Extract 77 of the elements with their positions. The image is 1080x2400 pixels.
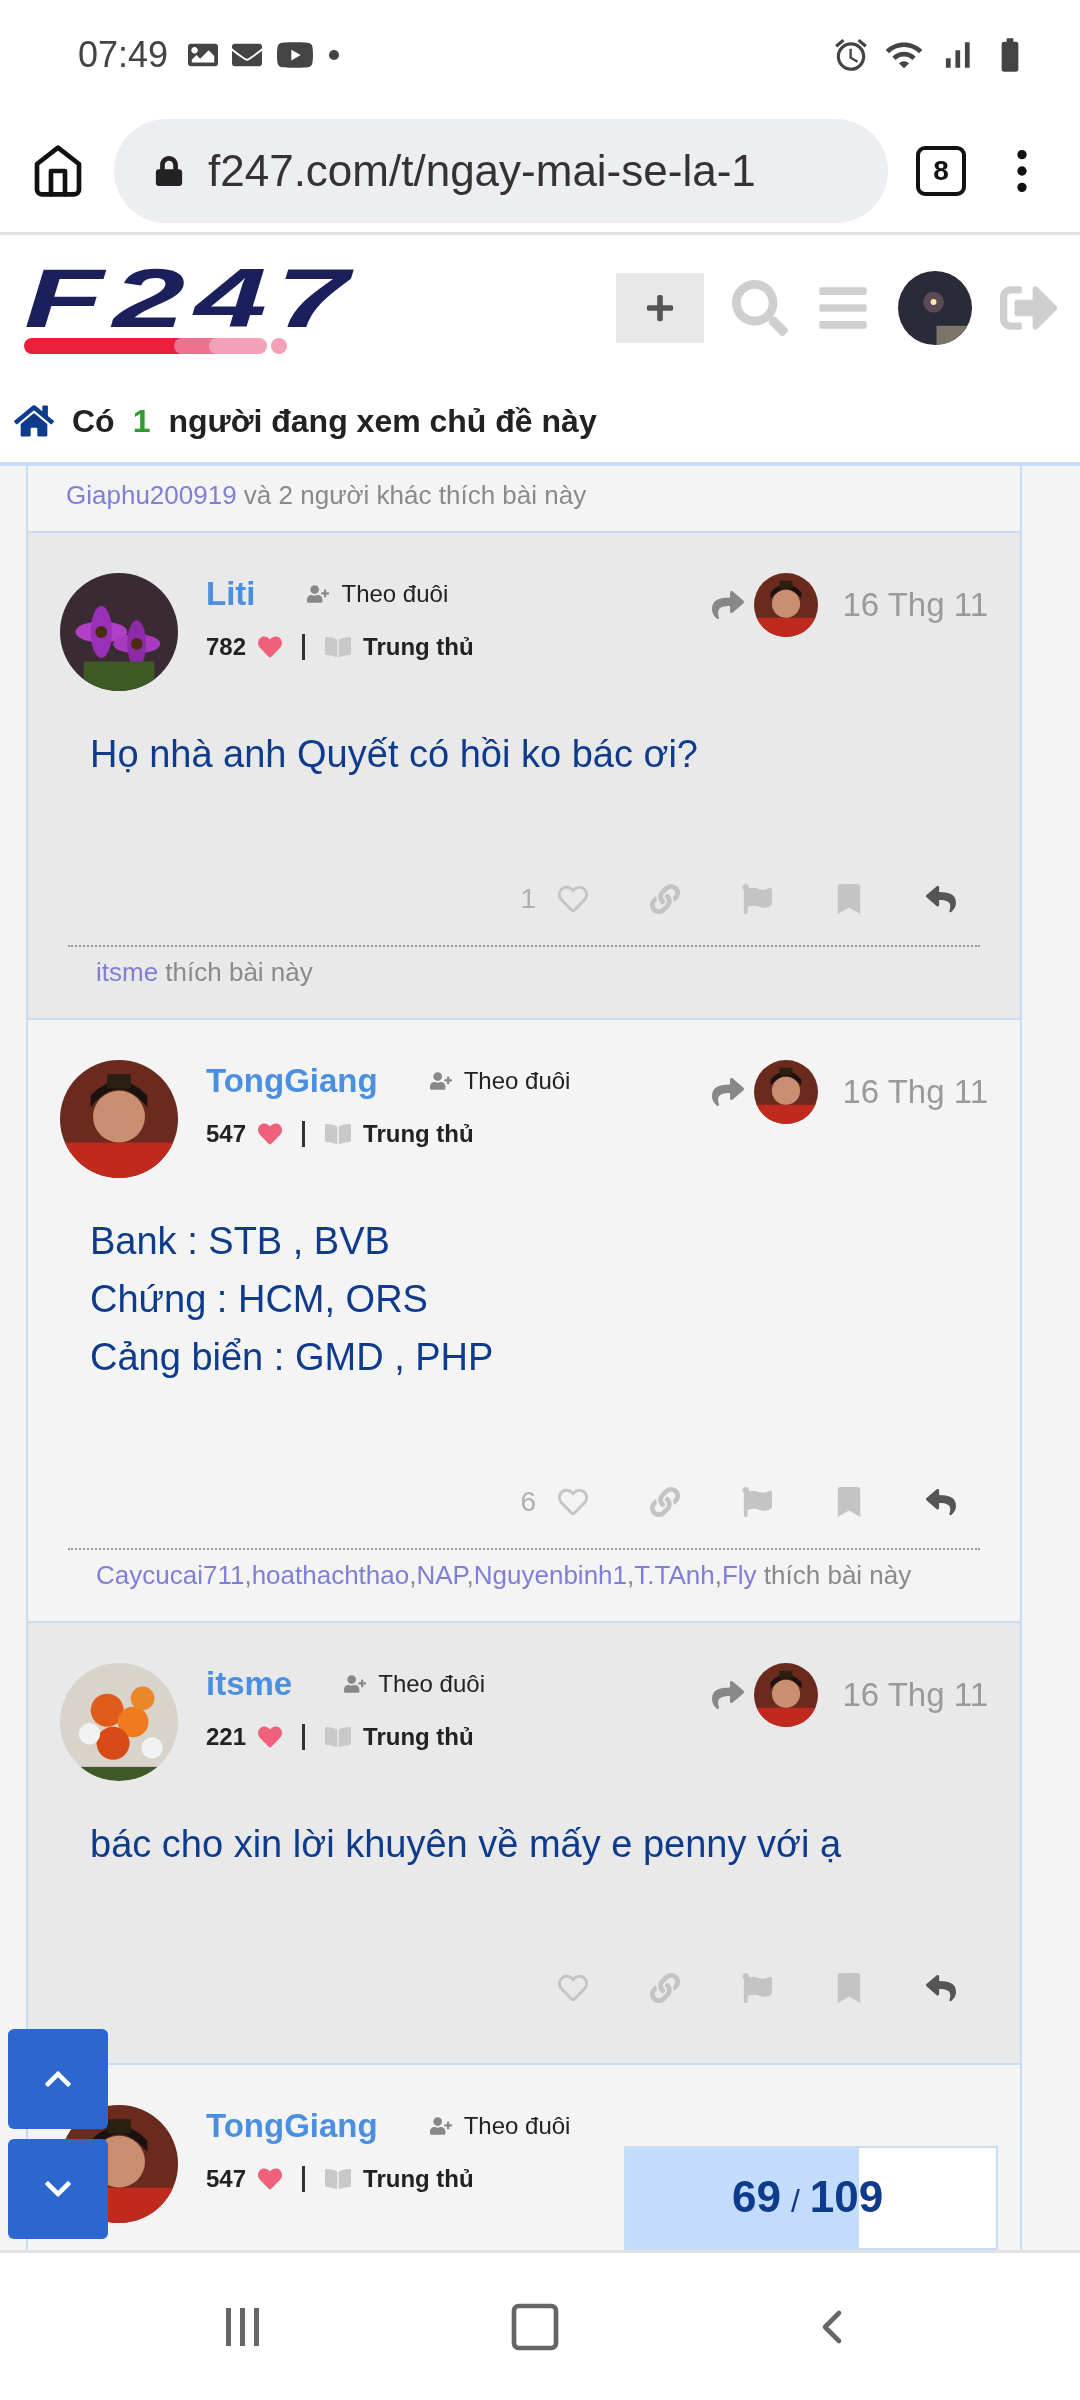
link-icon[interactable] xyxy=(650,1487,680,1517)
follow-link[interactable]: Theo đuôi xyxy=(463,1067,571,1095)
rank: Trung thủ xyxy=(363,1120,474,1148)
address-bar[interactable]: f247.com/t/ngay-mai-se-la-1 xyxy=(114,119,888,223)
heart-icon xyxy=(258,1725,283,1749)
user-link[interactable]: hoathachthao xyxy=(251,1560,410,1590)
share-icon[interactable] xyxy=(712,1679,745,1711)
book-icon xyxy=(325,1121,352,1147)
follow-icon[interactable] xyxy=(344,1673,367,1695)
follow-icon[interactable] xyxy=(429,2115,452,2137)
follow-icon[interactable] xyxy=(307,583,330,605)
follow-link[interactable]: Theo đuôi xyxy=(341,580,449,608)
book-icon xyxy=(325,2166,352,2192)
share-icon[interactable] xyxy=(712,1076,745,1108)
reply-icon[interactable] xyxy=(926,1487,956,1517)
book-icon xyxy=(325,634,352,660)
progress-text: 69 / 109 xyxy=(732,2172,884,2222)
score: 547 xyxy=(206,1120,247,1148)
user-link[interactable]: Giaphu200919 xyxy=(66,480,237,510)
user-link[interactable]: NAP xyxy=(416,1560,467,1590)
reply-icon[interactable] xyxy=(926,884,956,914)
comma: , xyxy=(244,1560,252,1590)
likes-text: thích bài này xyxy=(763,1560,912,1590)
like-icon[interactable] xyxy=(558,1487,588,1517)
post-date[interactable]: 16 Thg 11 xyxy=(842,1676,988,1714)
username[interactable]: itsme xyxy=(206,1665,293,1703)
user-link[interactable]: itsme xyxy=(96,957,159,987)
comma: , xyxy=(409,1560,417,1590)
post-date[interactable]: 16 Thg 11 xyxy=(842,586,988,624)
viewer-count: 1 xyxy=(132,402,151,440)
user-link[interactable]: Nguyenbinh1 xyxy=(473,1560,628,1590)
viewers-text: Có xyxy=(72,402,115,440)
comma: , xyxy=(714,1560,722,1590)
score: 547 xyxy=(206,2165,247,2193)
heart-icon xyxy=(258,2167,283,2191)
like-count: 6 xyxy=(520,1486,536,1518)
book-icon xyxy=(325,1724,352,1750)
lock-icon xyxy=(154,156,184,186)
follow-link[interactable]: Theo đuôi xyxy=(463,2112,571,2140)
follow-link[interactable]: Theo đuôi xyxy=(378,1670,485,1698)
user-link[interactable]: Fly xyxy=(721,1560,757,1590)
dot-icon xyxy=(328,49,341,61)
tab-counter[interactable]: 8 xyxy=(916,146,966,196)
follow-icon[interactable] xyxy=(429,1070,452,1092)
post-text: Cảng biển : GMD , PHP xyxy=(90,1335,495,1380)
username[interactable]: TongGiang xyxy=(206,2107,378,2145)
reply-icon[interactable] xyxy=(926,1973,956,2003)
comma: , xyxy=(627,1560,635,1590)
post-text: Bank : STB , BVB xyxy=(90,1219,391,1264)
post-text: Chứng : HCM, ORS xyxy=(90,1277,429,1322)
heart-icon xyxy=(258,635,283,659)
score: 221 xyxy=(206,1723,247,1751)
plus-icon xyxy=(645,292,675,323)
post-text: Họ nhà anh Quyết có hồi ko bác ơi? xyxy=(90,732,699,777)
add-button[interactable] xyxy=(616,272,704,343)
logo[interactable]: F247 xyxy=(24,259,458,336)
score: 782 xyxy=(206,633,247,661)
clock: 07:49 xyxy=(78,34,169,76)
share-icon[interactable] xyxy=(712,589,745,621)
post-text: bác cho xin lời khuyên về mấy e penny với ạ xyxy=(90,1822,843,1867)
username[interactable]: Liti xyxy=(206,575,256,613)
username[interactable]: TongGiang xyxy=(206,1062,378,1100)
rank: Trung thủ xyxy=(363,2165,474,2193)
scroll-down-button[interactable] xyxy=(8,2139,108,2239)
rank: Trung thủ xyxy=(363,633,474,661)
viewers-text: người đang xem chủ đề này xyxy=(168,402,597,440)
flag-icon[interactable] xyxy=(742,1487,772,1517)
post-date[interactable]: 16 Thg 11 xyxy=(842,1073,988,1111)
rank: Trung thủ xyxy=(363,1723,474,1751)
likes-text: và 2 người khác thích bài này xyxy=(243,480,587,510)
like-count: 1 xyxy=(520,883,536,915)
search-icon[interactable] xyxy=(732,279,788,336)
post-progress[interactable]: 69 / 109 xyxy=(624,2146,998,2250)
heart-icon xyxy=(258,1122,283,1146)
likes-text: thích bài này xyxy=(165,957,313,987)
user-link[interactable]: T.TAnh xyxy=(634,1560,715,1590)
user-link[interactable]: Caycucai711 xyxy=(96,1560,245,1590)
